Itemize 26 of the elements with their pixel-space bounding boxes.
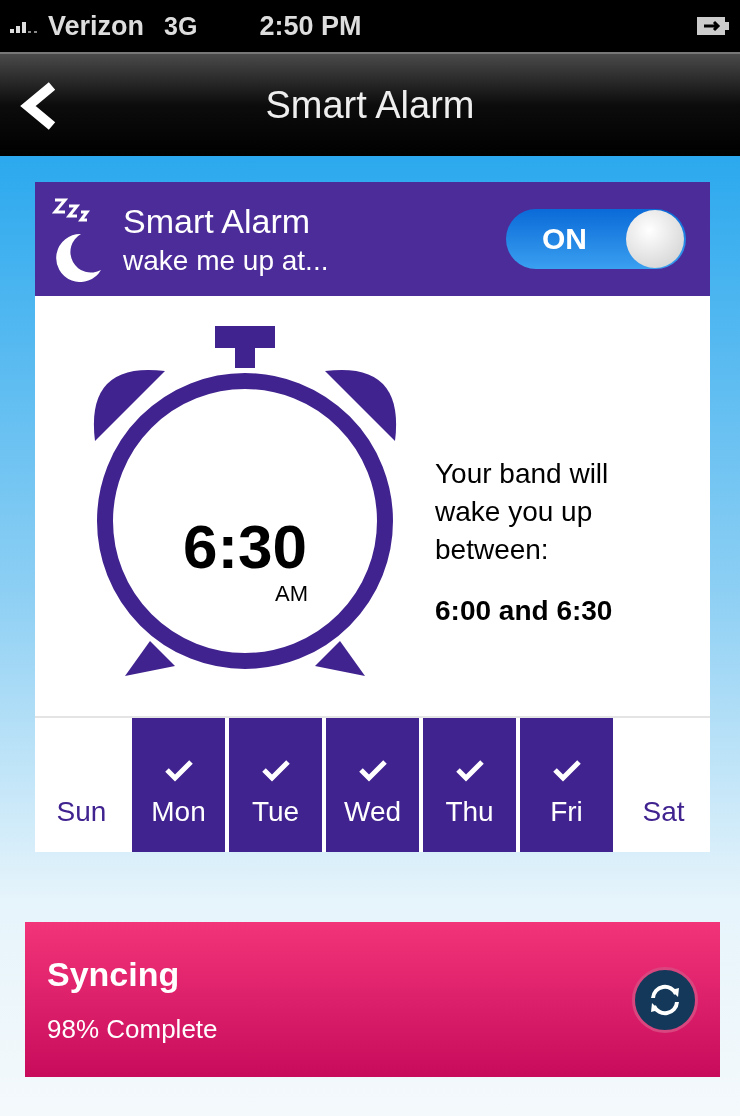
- day-toggle[interactable]: Wed: [326, 718, 419, 852]
- check-icon: [454, 758, 485, 782]
- sleeping-moon-icon: [51, 196, 103, 282]
- battery-icon: [696, 16, 730, 36]
- wake-description: Your band will wake you up between:: [435, 457, 610, 567]
- carrier-name: Verizon: [48, 10, 145, 42]
- clock-time: 2:50 PM: [259, 10, 362, 42]
- network-type: 3G: [164, 11, 198, 41]
- day-toggle[interactable]: Mon: [132, 718, 225, 852]
- sync-status: 98% Complete: [47, 1013, 218, 1045]
- check-icon: [260, 758, 291, 782]
- check-icon: [163, 758, 194, 782]
- day-toggle[interactable]: Fri: [520, 718, 613, 852]
- day-toggle[interactable]: Tue: [229, 718, 322, 852]
- check-icon: [551, 758, 582, 782]
- alarm-toggle[interactable]: ON: [506, 209, 686, 269]
- wake-window: 6:00 and 6:30: [435, 594, 660, 627]
- screen-title: Smart Alarm: [265, 83, 475, 126]
- meridiem-label: AM: [275, 581, 308, 607]
- alarm-time: 6:30: [181, 511, 309, 582]
- check-icon: [357, 758, 388, 782]
- card-subtitle: wake me up at...: [123, 244, 329, 277]
- day-toggle[interactable]: Thu: [423, 718, 516, 852]
- sync-title: Syncing: [47, 954, 181, 994]
- signal-icon: [10, 19, 40, 33]
- card-title: Smart Alarm: [123, 201, 312, 241]
